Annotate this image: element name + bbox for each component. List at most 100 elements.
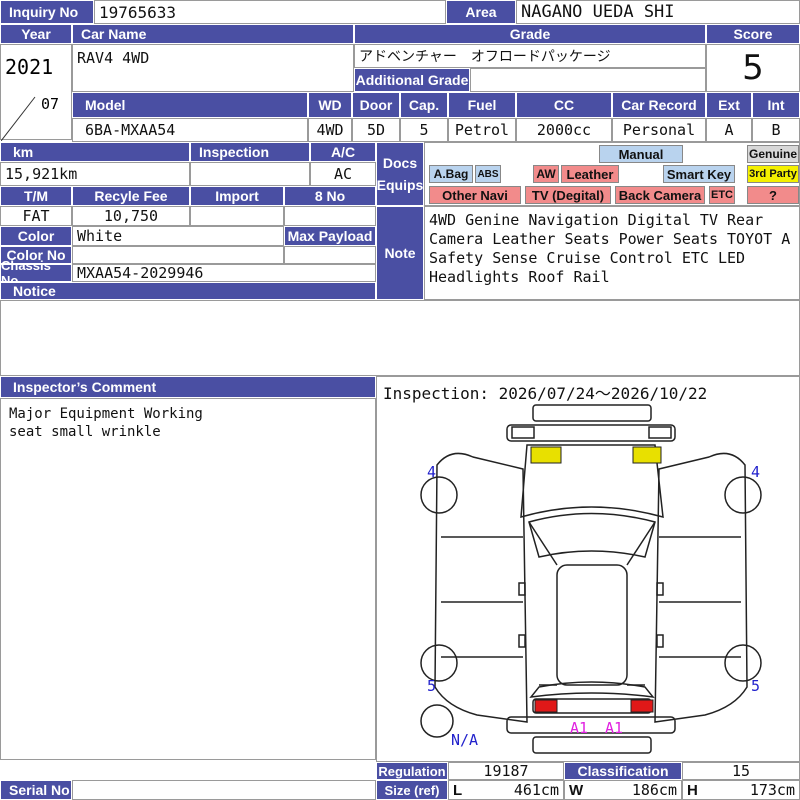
inspection-label: Inspection xyxy=(190,142,310,162)
equip-other-navi: Other Navi xyxy=(429,186,521,204)
size-w-label: W xyxy=(569,781,584,799)
model-value: 6BA-MXAA54 xyxy=(72,118,308,142)
tire-mark-rear-left: 5 xyxy=(427,677,437,695)
km-label: km xyxy=(0,142,190,162)
serial-no-label: Serial No xyxy=(0,780,72,800)
serial-no-value xyxy=(72,780,376,800)
equip-abs: ABS xyxy=(475,165,501,183)
size-w-value: 186cm xyxy=(631,781,677,799)
size-l-cell: L 461cm xyxy=(448,780,564,800)
ext-value: A xyxy=(706,118,752,142)
cc-label: CC xyxy=(516,92,612,118)
equip-manual: Manual xyxy=(599,145,683,163)
ac-label: A/C xyxy=(310,142,376,162)
rear-damage-mark-1: A1 xyxy=(570,719,589,737)
inspection-value xyxy=(190,162,310,186)
color-label: Color xyxy=(0,226,72,246)
year-label: Year xyxy=(0,24,72,44)
tire-mark-front-left: 4 xyxy=(427,463,437,481)
notice-label: Notice xyxy=(0,282,376,300)
tire-mark-rear-right: 5 xyxy=(751,677,761,695)
recycle-fee-label: Recyle Fee xyxy=(72,186,190,206)
size-ref-label: Size (ref) xyxy=(376,780,448,800)
import-label: Import xyxy=(190,186,284,206)
tm-label: T/M xyxy=(0,186,72,206)
regulation-label: Regulation xyxy=(376,762,448,780)
door-value: 5D xyxy=(352,118,400,142)
score-label: Score xyxy=(706,24,800,44)
notice-value xyxy=(0,300,800,376)
recycle-fee-value: 10,750 xyxy=(72,206,190,226)
classification-label: Classification xyxy=(564,762,682,780)
inspectors-comment-value: Major Equipment Working seat small wrink… xyxy=(0,398,376,760)
max-payload-value xyxy=(284,246,376,264)
car-damage-diagram xyxy=(420,404,762,754)
int-label: Int xyxy=(752,92,800,118)
equip-genuine: Genuine xyxy=(747,145,799,163)
inquiry-no-label: Inquiry No xyxy=(0,0,94,24)
equip-back-camera: Back Camera xyxy=(615,186,705,204)
inquiry-no-value: 19765633 xyxy=(94,0,446,24)
chassis-no-label: Chassis No xyxy=(0,258,72,288)
size-w-cell: W 186cm xyxy=(564,780,682,800)
color-value: White xyxy=(72,226,284,246)
equip-abag: A.Bag xyxy=(429,165,473,183)
car-name-value: RAV4 4WD xyxy=(72,44,354,92)
equip-aw: AW xyxy=(533,165,559,183)
additional-grade-label: Additional Grade xyxy=(354,68,470,92)
year-box: 2021 07 xyxy=(0,44,72,141)
tm-value: FAT xyxy=(0,206,72,226)
wd-label: WD xyxy=(308,92,352,118)
year-value: 2021 xyxy=(5,55,54,79)
size-l-value: 461cm xyxy=(513,781,559,799)
size-h-label: H xyxy=(687,781,698,799)
classification-value: 15 xyxy=(682,762,800,780)
eight-no-label: 8 No xyxy=(284,186,376,206)
car-record-label: Car Record xyxy=(612,92,706,118)
area-value: NAGANO UEDA SHI xyxy=(516,0,800,24)
equip-leather: Leather xyxy=(561,165,619,183)
inspectors-comment-label: Inspector’s Comment xyxy=(0,376,376,398)
size-h-value: 173cm xyxy=(749,781,795,799)
eight-no-value xyxy=(284,206,376,226)
equip-unknown: ? xyxy=(747,186,799,204)
note-label: Note xyxy=(376,206,424,300)
car-record-value: Personal xyxy=(612,118,706,142)
docs-equips-label: Docs Equips xyxy=(376,142,424,206)
equip-etc: ETC xyxy=(709,186,735,204)
equips-panel: Manual Genuine A.Bag ABS AW Leather Smar… xyxy=(424,142,800,206)
fuel-label: Fuel xyxy=(448,92,516,118)
chassis-no-value: MXAA54-2029946 xyxy=(72,264,376,282)
door-label: Door xyxy=(352,92,400,118)
cap-value: 5 xyxy=(400,118,448,142)
wd-value: 4WD xyxy=(308,118,352,142)
size-l-label: L xyxy=(453,781,463,799)
equip-third-party: 3rd Party xyxy=(747,165,799,183)
note-value: 4WD Genine Navigation Digital TV Rear Ca… xyxy=(424,206,800,300)
fuel-value: Petrol xyxy=(448,118,516,142)
max-payload-label: Max Payload xyxy=(284,226,376,246)
cap-label: Cap. xyxy=(400,92,448,118)
km-value: 15,921km xyxy=(0,162,190,186)
diagram-panel: Inspection: 2026/07/24〜2026/10/22 4 4 5 … xyxy=(376,376,800,762)
grade-label: Grade xyxy=(354,24,706,44)
cc-value: 2000cc xyxy=(516,118,612,142)
additional-grade-value xyxy=(470,68,706,92)
equip-smart-key: Smart Key xyxy=(663,165,735,183)
score-value: 5 xyxy=(706,44,800,92)
grade-value: アドベンチャー オフロードパッケージ xyxy=(354,44,706,68)
tire-mark-front-right: 4 xyxy=(751,463,761,481)
size-h-cell: H 173cm xyxy=(682,780,800,800)
model-label: Model xyxy=(72,92,308,118)
import-value xyxy=(190,206,284,226)
ext-label: Ext xyxy=(706,92,752,118)
ac-value: AC xyxy=(310,162,376,186)
month-value: 07 xyxy=(41,95,60,113)
car-name-label: Car Name xyxy=(72,24,354,44)
spare-tire-mark: N/A xyxy=(451,731,479,749)
int-value: B xyxy=(752,118,800,142)
regulation-value: 19187 xyxy=(448,762,564,780)
rear-damage-mark-2: A1 xyxy=(605,719,624,737)
area-label: Area xyxy=(446,0,516,24)
color-no-value xyxy=(72,246,284,264)
